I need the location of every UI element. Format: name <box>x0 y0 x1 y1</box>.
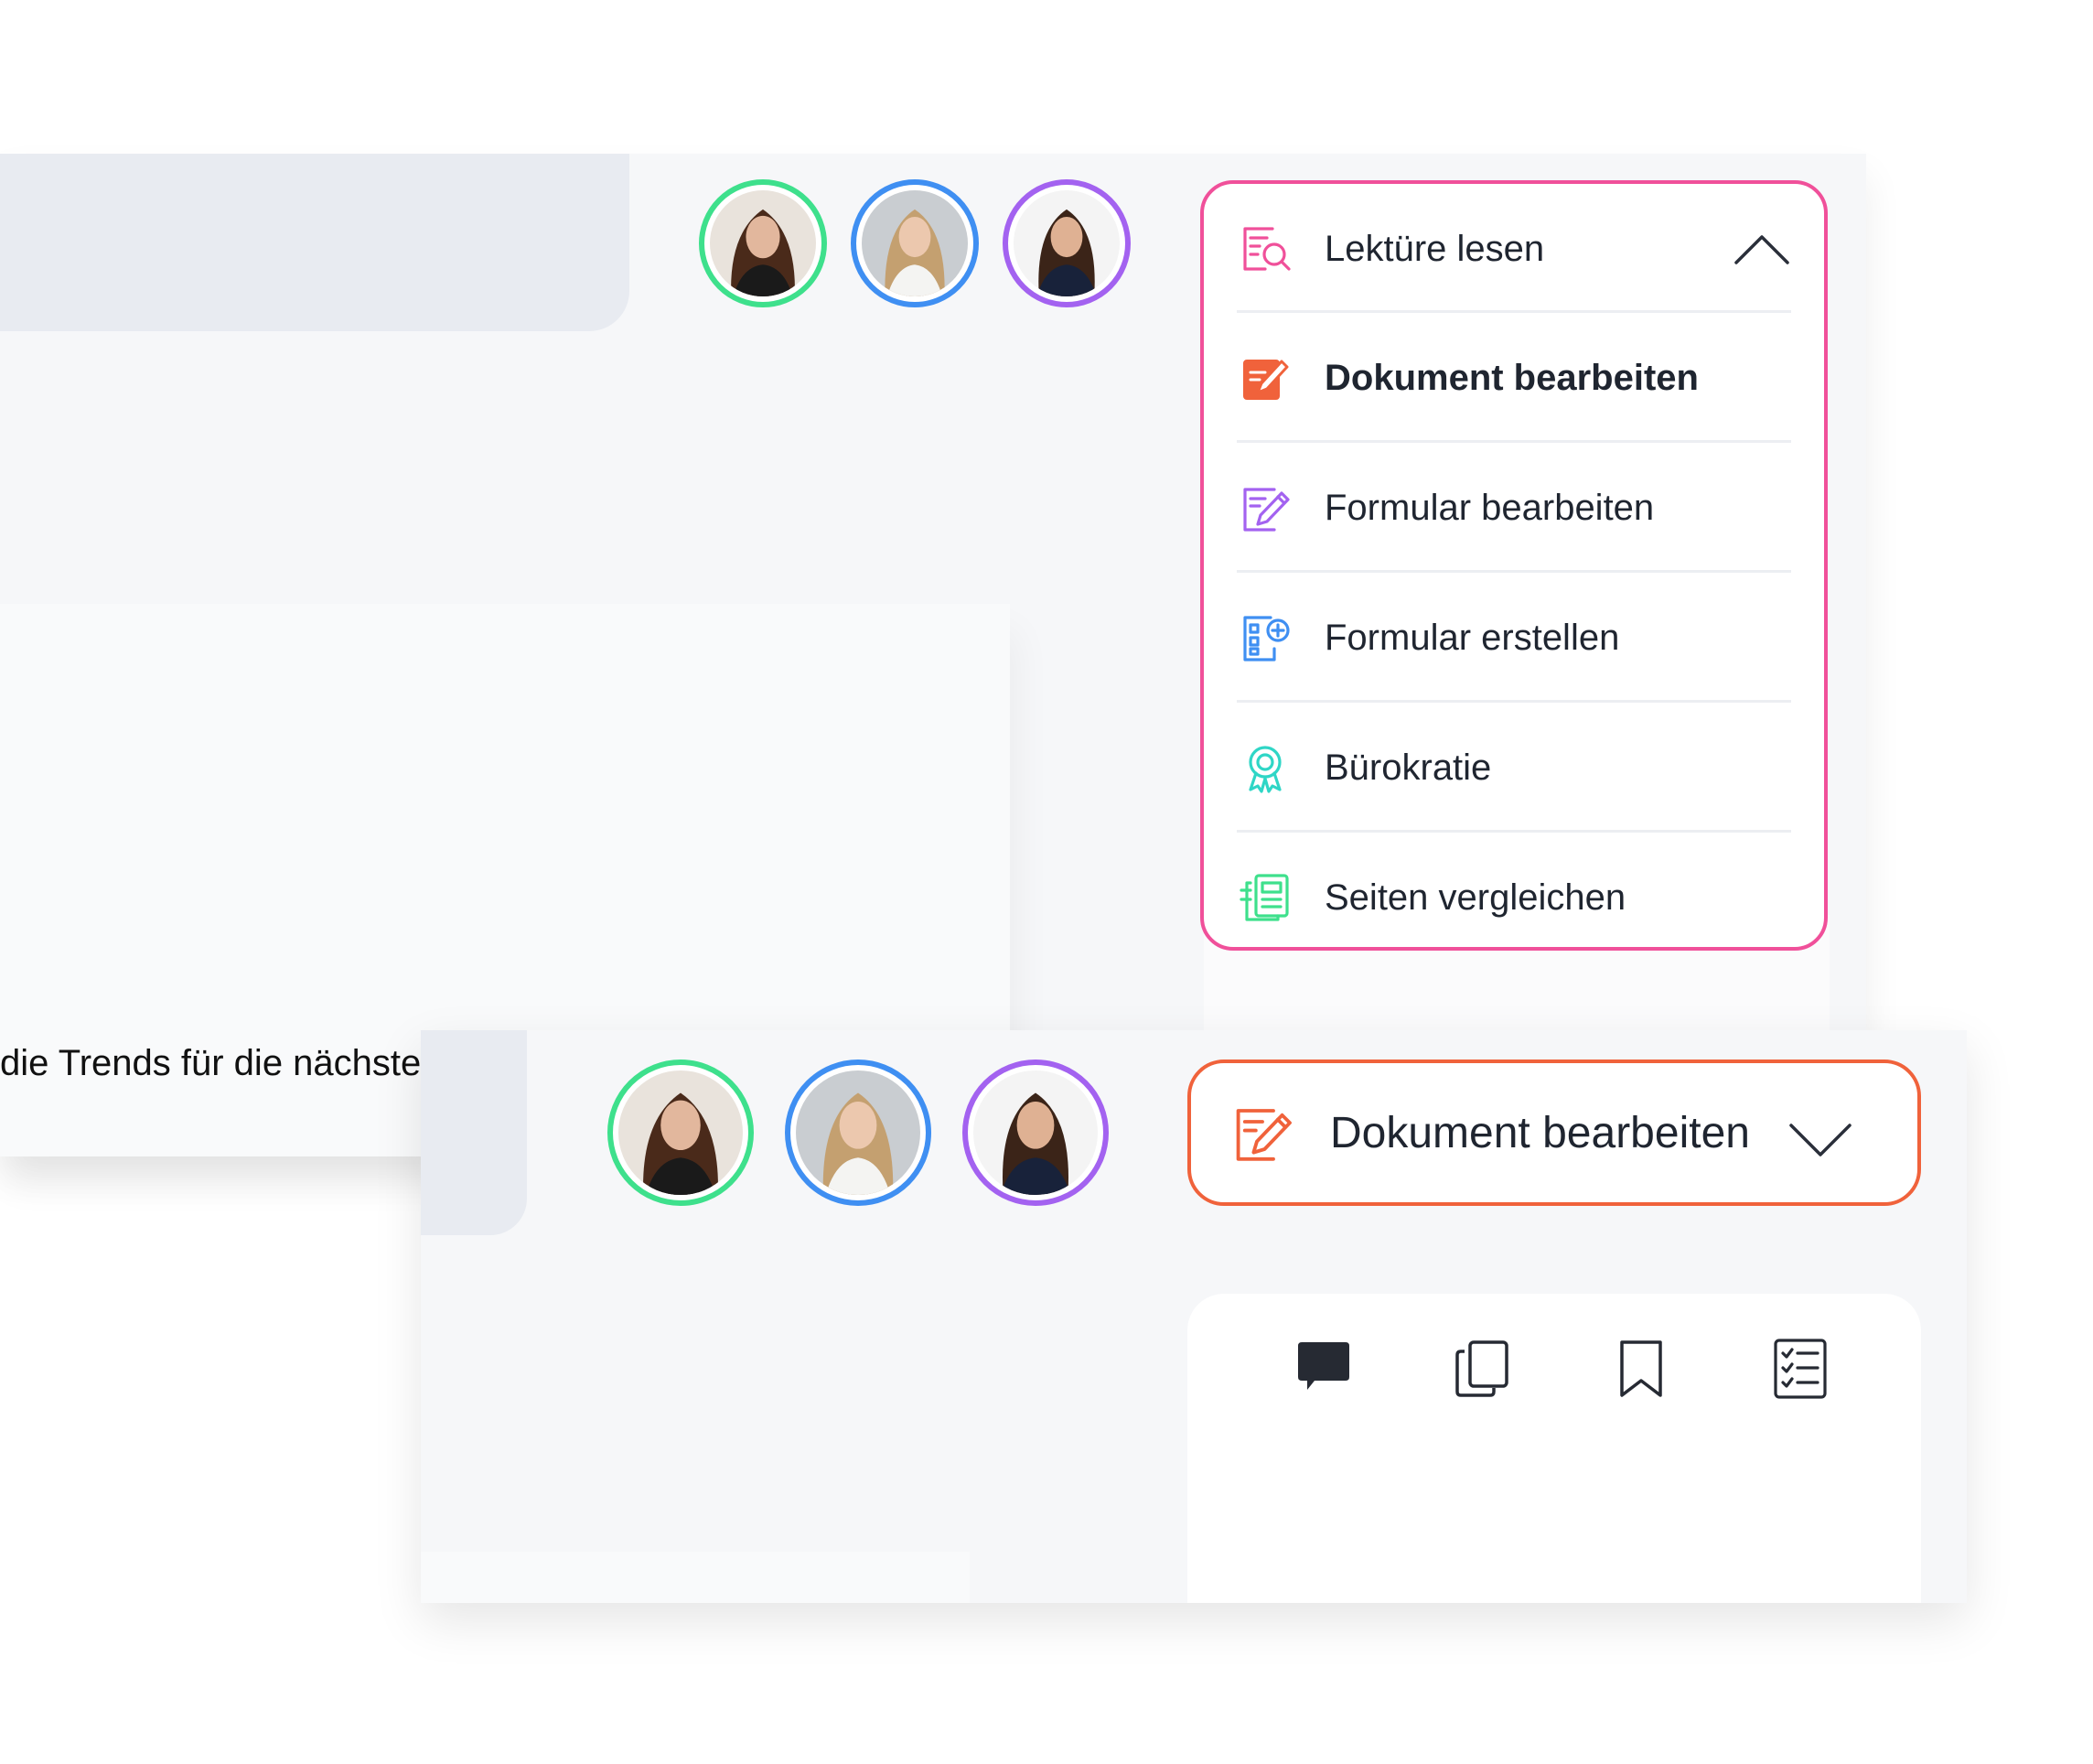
chevron-up-icon[interactable] <box>1733 220 1791 279</box>
back-header-tab <box>0 154 629 331</box>
activity-dropdown-open[interactable]: Lektüre lesen Dokument bearbeiten Formul… <box>1200 180 1828 951</box>
menu-item-label: Seiten vergleichen <box>1325 877 1626 918</box>
menu-item-seiten-vergleichen[interactable]: Seiten vergleichen <box>1237 833 1791 963</box>
front-document-panel <box>421 1552 970 1603</box>
dropdown-selected-item[interactable]: Lektüre lesen <box>1237 184 1791 314</box>
collaborator-avatar-3[interactable] <box>1003 179 1131 307</box>
avatar-photo <box>973 1070 1098 1195</box>
menu-item-label: Formular bearbeiten <box>1325 487 1655 528</box>
menu-item-buerokratie[interactable]: Bürokratie <box>1237 703 1791 833</box>
menu-item-label: Dokument bearbeiten <box>1325 357 1699 398</box>
menu-item-formular-bearbeiten[interactable]: Formular bearbeiten <box>1237 443 1791 573</box>
form-create-icon <box>1237 609 1293 666</box>
checklist-icon <box>1774 1339 1827 1399</box>
badge-icon <box>1237 739 1293 796</box>
collaborator-avatar-2[interactable] <box>785 1059 931 1206</box>
collaborator-avatar-1[interactable] <box>607 1059 754 1206</box>
menu-item-formular-erstellen[interactable]: Formular erstellen <box>1237 573 1791 703</box>
front-header-tab <box>421 1030 527 1235</box>
collaborator-avatar-1[interactable] <box>699 179 827 307</box>
menu-item-dokument-bearbeiten[interactable]: Dokument bearbeiten <box>1237 313 1791 443</box>
avatar-photo <box>618 1070 743 1195</box>
avatar-photo <box>710 190 816 296</box>
compare-pages-icon <box>1237 869 1293 926</box>
collaborator-avatar-2[interactable] <box>851 179 979 307</box>
avatar-photo <box>796 1070 920 1195</box>
bookmark-icon <box>1620 1340 1662 1397</box>
document-text-snippet: die Trends für die nächste <box>0 1043 422 1083</box>
bookmark-button[interactable] <box>1606 1334 1676 1404</box>
document-edit-icon <box>1237 350 1293 406</box>
chevron-down-icon[interactable] <box>1787 1105 1853 1171</box>
select-value: Dokument bearbeiten <box>1330 1108 1750 1157</box>
dropdown-selected-label: Lektüre lesen <box>1325 228 1545 269</box>
reading-search-icon <box>1237 220 1293 277</box>
menu-item-label: Bürokratie <box>1325 747 1492 788</box>
comment-button[interactable] <box>1288 1334 1358 1404</box>
document-edit-icon <box>1229 1100 1295 1166</box>
checklist-button[interactable] <box>1766 1334 1835 1404</box>
comment-icon <box>1298 1342 1349 1390</box>
activity-select-closed[interactable]: Dokument bearbeiten <box>1187 1059 1921 1206</box>
copy-icon <box>1455 1340 1508 1397</box>
collaborator-avatar-3[interactable] <box>962 1059 1109 1206</box>
menu-item-label: Formular erstellen <box>1325 617 1620 658</box>
avatar-photo <box>1014 190 1120 296</box>
copy-button[interactable] <box>1447 1334 1517 1404</box>
form-edit-icon <box>1237 479 1293 536</box>
avatar-photo <box>862 190 968 296</box>
